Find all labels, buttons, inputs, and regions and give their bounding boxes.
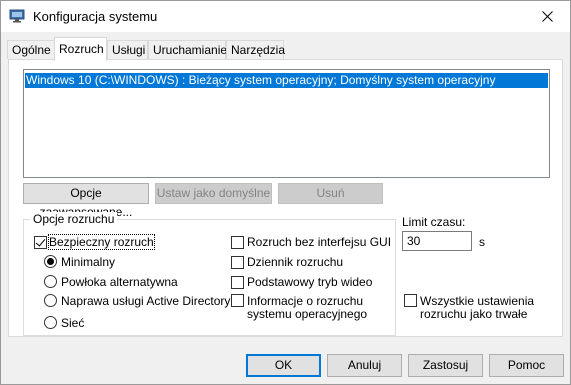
radio-alternate-shell[interactable] <box>44 275 57 288</box>
base-video-label[interactable]: Podstawowy tryb wideo <box>247 275 372 289</box>
button-label: Usuń <box>316 186 345 200</box>
timeout-label: Limit czasu: <box>402 215 466 229</box>
boot-options-label: Opcje rozruchu <box>30 212 118 226</box>
base-video-checkbox[interactable] <box>231 276 244 289</box>
button-label: Pomoc <box>507 358 546 372</box>
tab-tools[interactable]: Narzędzia <box>226 40 286 59</box>
tab-label: Usługi <box>112 43 146 57</box>
safe-boot-label[interactable]: Bezpieczny rozruch <box>48 234 155 250</box>
title-bar[interactable]: Konfiguracja systemu <box>1 1 570 32</box>
apply-button[interactable]: Zastosuj <box>408 354 483 377</box>
radio-alternate-shell-label[interactable]: Powłoka alternatywna <box>61 275 178 289</box>
tab-startup[interactable]: Uruchamianie <box>148 40 228 59</box>
os-boot-info-label-line1[interactable]: Informacje o rozruchu <box>247 294 363 308</box>
radio-minimal[interactable] <box>44 255 57 268</box>
tab-label: Rozruch <box>59 42 104 56</box>
timeout-unit: s <box>479 235 485 249</box>
radio-minimal-label[interactable]: Minimalny <box>61 255 115 269</box>
delete-button[interactable]: Usuń <box>278 183 383 204</box>
tab-label: Ogólne <box>12 43 51 57</box>
window-title: Konfiguracja systemu <box>33 9 158 24</box>
boot-log-label[interactable]: Dziennik rozruchu <box>247 255 343 269</box>
list-item-label: Windows 10 (C:\WINDOWS) : Bieżący system… <box>26 73 496 87</box>
tab-boot[interactable]: Rozruch <box>54 37 107 61</box>
safe-boot-checkbox[interactable] <box>34 236 47 249</box>
boot-os-list[interactable]: Windows 10 (C:\WINDOWS) : Bieżący system… <box>23 69 550 178</box>
os-boot-info-checkbox[interactable] <box>231 294 244 307</box>
tab-label: Narzędzia <box>231 43 286 57</box>
advanced-options-button[interactable]: Opcje zaawansowane... <box>23 183 149 219</box>
tab-label: Uruchamianie <box>153 43 228 57</box>
radio-network-label[interactable]: Sieć <box>61 316 84 330</box>
radio-network[interactable] <box>44 316 57 329</box>
radio-ad-repair[interactable] <box>44 294 57 307</box>
permanent-settings-label-line1[interactable]: Wszystkie ustawienia <box>420 294 534 308</box>
permanent-settings-label-line2[interactable]: rozruchu jako trwałe <box>420 307 527 321</box>
permanent-settings-checkbox[interactable] <box>404 294 417 307</box>
no-gui-boot-checkbox[interactable] <box>231 236 244 249</box>
button-label: Zastosuj <box>422 358 469 372</box>
ok-button[interactable]: OK <box>246 354 321 377</box>
set-default-button[interactable]: Ustaw jako domyślne <box>155 183 272 204</box>
boot-log-checkbox[interactable] <box>231 256 244 269</box>
help-button[interactable]: Pomoc <box>489 354 564 377</box>
system-config-icon <box>9 9 25 23</box>
system-config-window: Konfiguracja systemu Ogólne Rozruch Usłu… <box>0 0 571 385</box>
tab-services[interactable]: Usługi <box>107 40 148 59</box>
cancel-button[interactable]: Anuluj <box>327 354 402 377</box>
button-label: OK <box>274 358 293 372</box>
no-gui-boot-label[interactable]: Rozruch bez interfejsu GUI <box>247 235 391 249</box>
timeout-input[interactable]: 30 <box>402 231 472 251</box>
tab-general[interactable]: Ogólne <box>7 40 55 59</box>
radio-ad-repair-label[interactable]: Naprawa usługi Active Directory <box>61 294 230 308</box>
button-label: Anuluj <box>347 358 382 372</box>
close-icon <box>541 11 553 22</box>
list-item[interactable]: Windows 10 (C:\WINDOWS) : Bieżący system… <box>25 73 548 88</box>
button-label: Ustaw jako domyślne <box>156 186 271 200</box>
close-button[interactable] <box>524 1 570 32</box>
os-boot-info-label-line2[interactable]: systemu operacyjnego <box>247 307 367 321</box>
